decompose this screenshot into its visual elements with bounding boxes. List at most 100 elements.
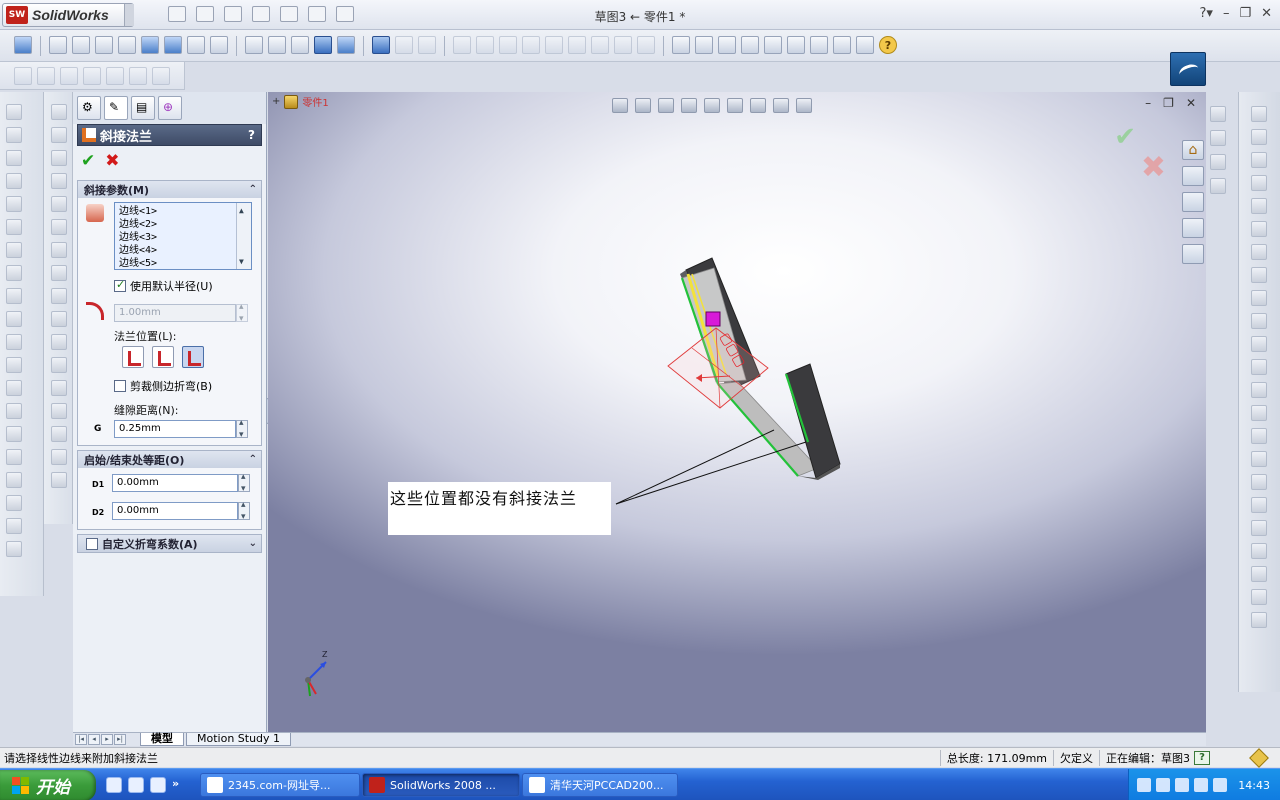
end-offset-field[interactable]: 0.00mm [112,502,238,520]
point-icon[interactable] [1251,405,1267,421]
bend-outside-button[interactable] [182,346,204,368]
smart-dimension-icon[interactable] [741,36,759,54]
feature-tool-icon[interactable] [1210,106,1226,122]
minimize-icon[interactable]: – [1223,6,1230,21]
select-icon[interactable] [672,36,690,54]
convert-entities-icon[interactable] [1251,497,1267,513]
next-tab-arrow-icon[interactable]: ▸ [101,734,113,745]
taskbar-item-solidworks[interactable]: SolidWorks 2008 ... [362,773,520,797]
redo-icon[interactable] [637,36,655,54]
list-scrollbar[interactable] [236,203,251,269]
shaded-icon[interactable] [337,36,355,54]
sheet-metal-tool-5-icon[interactable] [106,67,124,85]
feature-tool-icon[interactable] [6,311,22,327]
sheet-metal-icon[interactable] [51,426,67,442]
sketch-icon[interactable] [718,36,736,54]
sketch-tool-icon[interactable] [14,36,32,54]
taskbar-item-pccad[interactable]: 清华天河PCCAD200... [522,773,678,797]
feature-tool-icon[interactable] [6,288,22,304]
close-icon[interactable]: ✕ [1261,6,1272,21]
pan-icon[interactable] [164,36,182,54]
custom-bend-allowance-checkbox[interactable] [86,537,98,550]
restore-icon[interactable]: ❐ [1239,6,1251,21]
feature-tool-icon[interactable] [6,127,22,143]
file-properties-icon[interactable] [810,36,828,54]
sheet-metal-tool-4-icon[interactable] [83,67,101,85]
trim-side-bends-checkbox[interactable] [114,380,126,392]
appearances-icon[interactable] [1182,244,1204,264]
hidden-lines-visible-icon[interactable] [268,36,286,54]
collapse-chevron-icon[interactable]: ⌃ [249,184,257,195]
feature-tool-icon[interactable] [6,403,22,419]
expand-chevron-icon[interactable]: ⌄ [249,538,257,549]
sheet-metal-icon[interactable] [51,173,67,189]
trim-entities-icon[interactable] [1251,520,1267,536]
sheet-metal-icon[interactable] [51,311,67,327]
sheet-metal-icon[interactable] [51,380,67,396]
list-item[interactable]: 边线<3> [119,231,251,244]
sheet-metal-icon[interactable] [51,472,67,488]
clock[interactable]: 14:43 [1238,779,1270,792]
feature-tool-icon[interactable] [6,219,22,235]
wireframe-icon[interactable] [245,36,263,54]
sheet-metal-icon[interactable] [51,104,67,120]
section-view-icon[interactable] [395,36,413,54]
print-preview-icon[interactable] [591,36,609,54]
zoom-in-out-icon[interactable] [95,36,113,54]
feature-tool-icon[interactable] [1210,130,1226,146]
mirror-entities-icon[interactable] [1251,451,1267,467]
design-library-icon[interactable] [1182,166,1204,186]
media-player-icon[interactable] [150,777,166,793]
open-icon[interactable] [476,36,494,54]
help-dropdown-icon[interactable]: ?▾ [1200,6,1213,21]
help-icon[interactable]: ? [879,36,897,54]
undo-toolbar-icon[interactable] [614,36,632,54]
rotate-view-icon[interactable] [141,36,159,54]
feature-tool-icon[interactable] [6,196,22,212]
3d-sketch-icon[interactable] [1251,129,1267,145]
feature-tool-icon[interactable] [1210,154,1226,170]
view-orientation-icon[interactable] [210,36,228,54]
sheet-metal-icon[interactable] [51,196,67,212]
make-drawing-icon[interactable] [522,36,540,54]
sheet-metal-icon[interactable] [51,242,67,258]
prev-tab-arrow-icon[interactable]: ◂ [88,734,100,745]
construction-geometry-icon[interactable] [1251,428,1267,444]
sheet-metal-icon[interactable] [51,127,67,143]
dimxpert-tab[interactable]: ⊕ [158,96,182,120]
perspective-icon[interactable] [372,36,390,54]
sketch-fillet-icon[interactable] [1251,336,1267,352]
print-toolbar-icon[interactable] [568,36,586,54]
sheet-metal-tool-3-icon[interactable] [60,67,78,85]
extend-entities-icon[interactable] [1251,543,1267,559]
miter-parameters-header[interactable]: 斜接参数(M) ⌃ [78,181,261,198]
smart-dimension-icon[interactable] [1251,175,1267,191]
sheet-metal-icon[interactable] [51,288,67,304]
sheet-metal-icon[interactable] [51,150,67,166]
offset-entities-icon[interactable] [1251,474,1267,490]
sheet-metal-icon[interactable] [51,265,67,281]
edge-selection-list[interactable]: 边线<1> 边线<2> 边线<3> 边线<4> 边线<5> [114,202,252,270]
graphics-area[interactable]: + 零件1 – ❐ ✕ ✔ ✖ ▢▢▢ Z 这些位置都没有斜接法兰 [268,92,1206,732]
show-desktop-icon[interactable] [128,777,144,793]
feature-tool-icon[interactable] [6,449,22,465]
start-end-offset-header[interactable]: 启始/结束处等距(O) ⌃ [78,451,261,468]
feature-tool-icon[interactable] [6,380,22,396]
tray-expand-icon[interactable] [1156,778,1170,792]
sheet-metal-tool-7-icon[interactable] [152,67,170,85]
first-tab-arrow-icon[interactable]: |◂ [75,734,87,745]
bend-radius-field[interactable]: 1.00mm [114,304,236,322]
feature-tool-icon[interactable] [6,173,22,189]
feature-manager-tab[interactable]: ⚙ [77,96,101,120]
sketch-tool-icon[interactable] [1251,152,1267,168]
use-default-radius-checkbox[interactable] [114,278,126,292]
feature-tool-icon[interactable] [6,150,22,166]
feature-tool-icon[interactable] [6,426,22,442]
circle-icon[interactable] [1251,244,1267,260]
feature-help-button[interactable]: ? [248,128,255,142]
tab-motion-study[interactable]: Motion Study 1 [186,733,292,746]
use-default-radius-row[interactable]: 使用默认半径(U) [114,278,213,294]
model-view[interactable]: ▢▢▢ [268,92,1206,732]
realview-icon[interactable] [418,36,436,54]
add-relation-icon[interactable] [1251,612,1267,628]
